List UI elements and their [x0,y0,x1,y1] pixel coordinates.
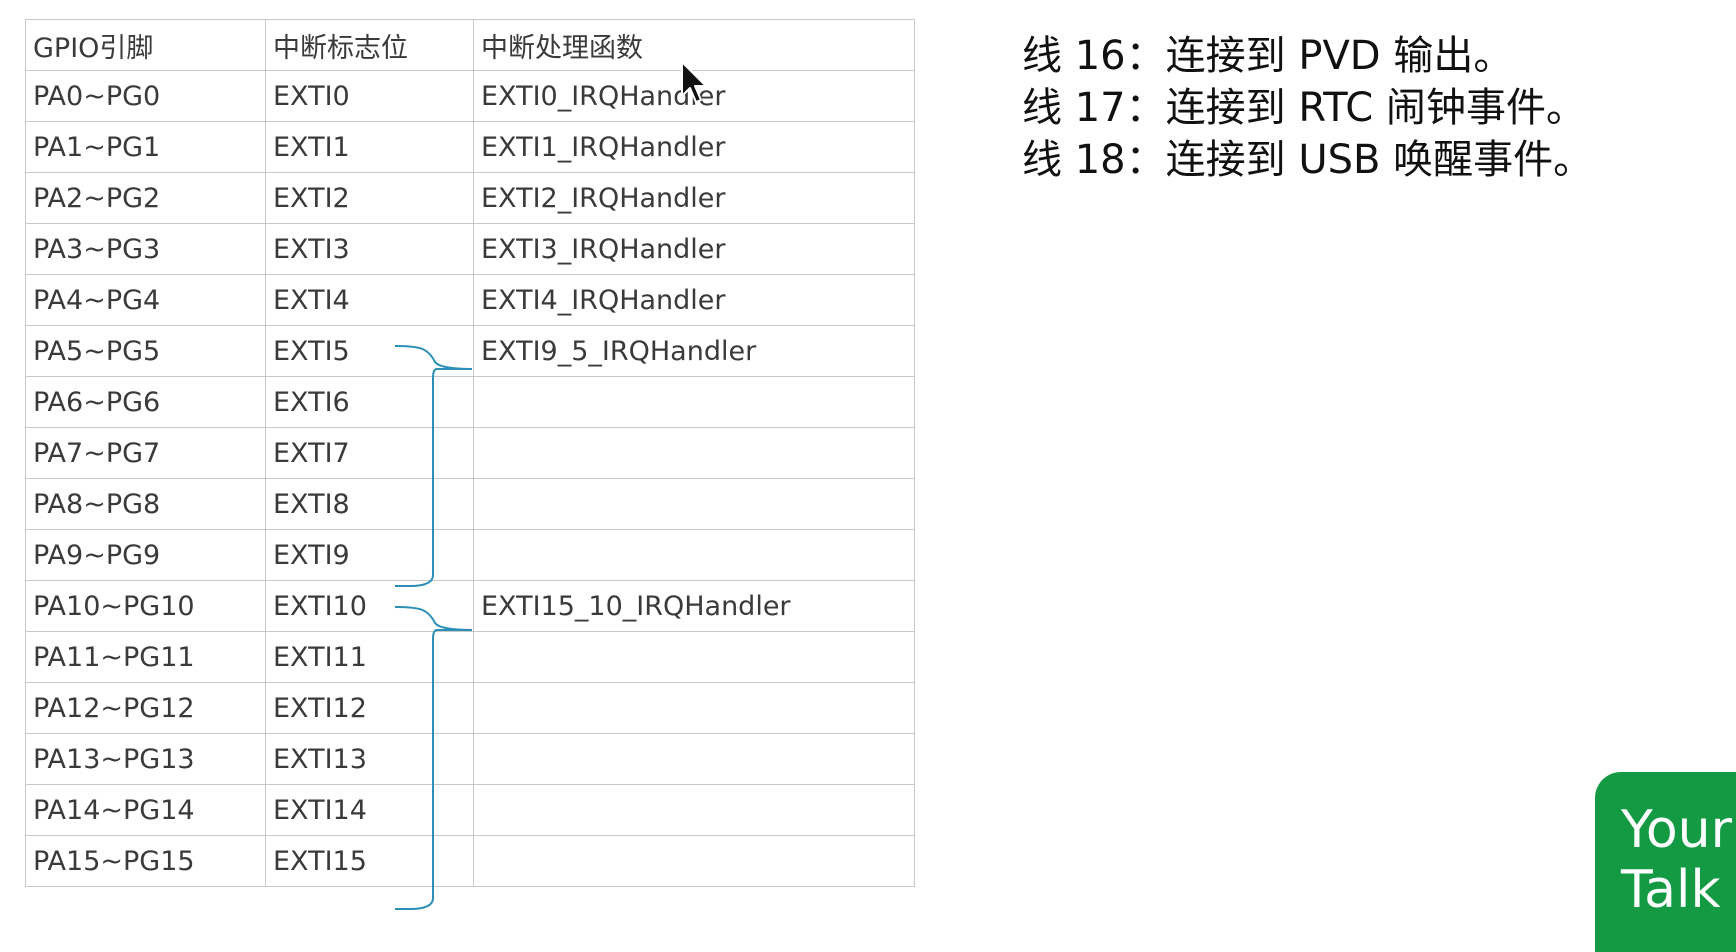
interrupt-flag-cell: EXTI6 [265,376,474,428]
gpio-pin-cell: PA14~PG14 [25,784,266,836]
table-row: PA5~PG5 EXTI5 EXTI9_5_IRQHandler [25,325,915,377]
gpio-pin-cell: PA13~PG13 [25,733,266,785]
interrupt-handler-cell: EXTI3_IRQHandler [473,223,915,275]
interrupt-handler-cell [473,376,915,428]
table-row: PA11~PG11 EXTI11 [25,631,915,683]
interrupt-flag-cell: EXTI12 [265,682,474,734]
exti-line-notes: 线 16：连接到 PVD 输出。 线 17：连接到 RTC 闹钟事件。 线 18… [1022,30,1593,186]
table-row: PA1~PG1 EXTI1 EXTI1_IRQHandler [25,121,915,173]
table-row: PA15~PG15 EXTI15 [25,835,915,887]
gpio-pin-cell: PA9~PG9 [25,529,266,581]
interrupt-flag-cell: EXTI9 [265,529,474,581]
table-row: PA9~PG9 EXTI9 [25,529,915,581]
chat-bubble-line-1: Your [1621,800,1733,860]
table-body: PA0~PG0 EXTI0 EXTI0_IRQHandler PA1~PG1 EXTI1… [25,70,915,887]
interrupt-handler-cell [473,529,915,581]
interrupt-flag-cell: EXTI0 [265,70,474,122]
gpio-pin-cell: PA7~PG7 [25,427,266,479]
gpio-pin-cell: PA10~PG10 [25,580,266,632]
gpio-pin-cell: PA5~PG5 [25,325,266,377]
note-line-18: 线 18：连接到 USB 唤醒事件。 [1022,137,1594,183]
interrupt-flag-cell: EXTI10 [265,580,474,632]
chat-bubble[interactable]: Your Talk [1595,772,1736,952]
interrupt-handler-cell [473,733,915,785]
interrupt-flag-cell: EXTI1 [265,121,474,173]
interrupt-flag-cell: EXTI5 [265,325,474,377]
interrupt-handler-cell: EXTI9_5_IRQHandler [473,325,915,377]
gpio-pin-cell: PA15~PG15 [25,835,266,887]
gpio-pin-cell: PA1~PG1 [25,121,266,173]
interrupt-flag-cell: EXTI11 [265,631,474,683]
interrupt-flag-cell: EXTI8 [265,478,474,530]
header-gpio-pin: GPIO引脚 [25,19,266,71]
interrupt-handler-cell [473,682,915,734]
interrupt-flag-cell: EXTI2 [265,172,474,224]
interrupt-flag-cell: EXTI15 [265,835,474,887]
chat-bubble-line-2: Talk [1621,860,1721,920]
table-row: PA7~PG7 EXTI7 [25,427,915,479]
interrupt-handler-cell: EXTI2_IRQHandler [473,172,915,224]
header-row: GPIO引脚 中断标志位 中断处理函数 [25,19,915,71]
exti-table: GPIO引脚 中断标志位 中断处理函数 PA0~PG0 EXTI0 EXTI0_IR… [25,19,915,887]
gpio-pin-cell: PA2~PG2 [25,172,266,224]
interrupt-handler-cell [473,784,915,836]
header-interrupt-flag: 中断标志位 [265,19,474,71]
interrupt-flag-cell: EXTI14 [265,784,474,836]
table-row: PA2~PG2 EXTI2 EXTI2_IRQHandler [25,172,915,224]
gpio-pin-cell: PA11~PG11 [25,631,266,683]
interrupt-handler-cell [473,427,915,479]
table-header: GPIO引脚 中断标志位 中断处理函数 [25,19,915,71]
note-line-16: 线 16：连接到 PVD 输出。 [1022,33,1514,79]
mouse-pointer-icon [681,61,707,103]
table-row: PA0~PG0 EXTI0 EXTI0_IRQHandler [25,70,915,122]
gpio-pin-cell: PA0~PG0 [25,70,266,122]
interrupt-handler-cell: EXTI4_IRQHandler [473,274,915,326]
interrupt-flag-cell: EXTI4 [265,274,474,326]
interrupt-handler-cell [473,835,915,887]
interrupt-handler-cell [473,478,915,530]
table-row: PA4~PG4 EXTI4 EXTI4_IRQHandler [25,274,915,326]
gpio-pin-cell: PA12~PG12 [25,682,266,734]
gpio-pin-cell: PA6~PG6 [25,376,266,428]
table-row: PA3~PG3 EXTI3 EXTI3_IRQHandler [25,223,915,275]
interrupt-flag-cell: EXTI13 [265,733,474,785]
table-row: PA13~PG13 EXTI13 [25,733,915,785]
interrupt-flag-cell: EXTI3 [265,223,474,275]
interrupt-handler-cell [473,631,915,683]
table-row: PA14~PG14 EXTI14 [25,784,915,836]
interrupt-flag-cell: EXTI7 [265,427,474,479]
table-row: PA6~PG6 EXTI6 [25,376,915,428]
table-row: PA8~PG8 EXTI8 [25,478,915,530]
gpio-pin-cell: PA4~PG4 [25,274,266,326]
gpio-pin-cell: PA3~PG3 [25,223,266,275]
interrupt-handler-cell: EXTI15_10_IRQHandler [473,580,915,632]
gpio-pin-cell: PA8~PG8 [25,478,266,530]
table-row: PA12~PG12 EXTI12 [25,682,915,734]
interrupt-handler-cell: EXTI1_IRQHandler [473,121,915,173]
note-line-17: 线 17：连接到 RTC 闹钟事件。 [1022,85,1586,131]
table-row: PA10~PG10 EXTI10 EXTI15_10_IRQHandler [25,580,915,632]
